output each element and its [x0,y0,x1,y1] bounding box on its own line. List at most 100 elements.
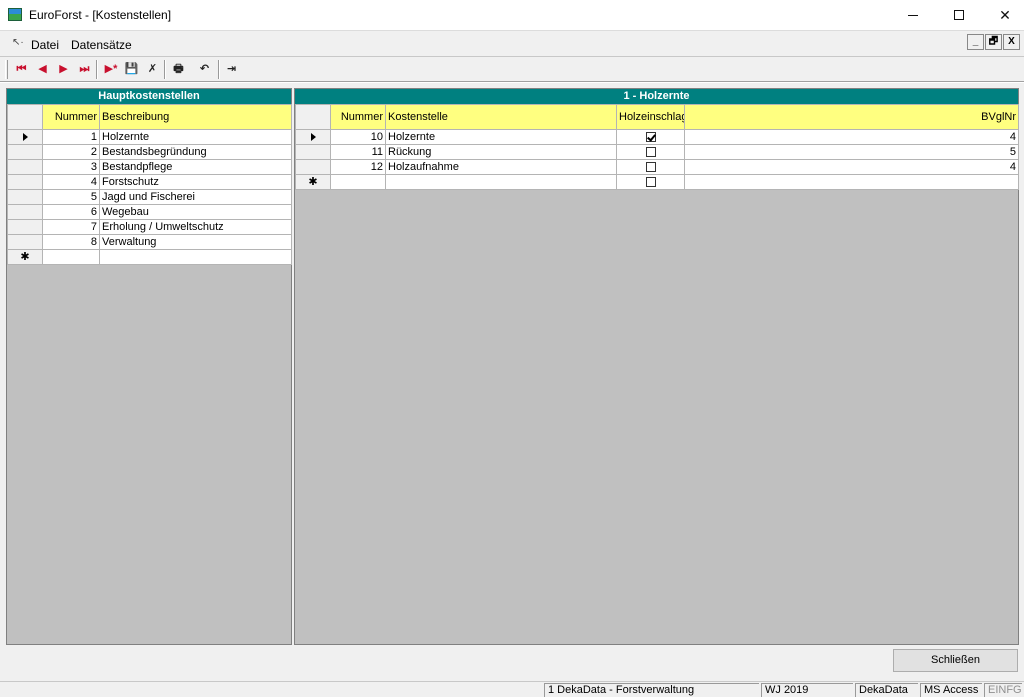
holzeinschlag-checkbox[interactable] [645,161,656,172]
new-record-row[interactable]: ✱ [295,174,1019,190]
row-selector[interactable] [7,144,43,160]
cell-beschreibung[interactable]: Bestandpflege [99,159,292,175]
table-row[interactable]: 6 Wegebau [7,204,292,220]
cell-bvglnr[interactable]: 4 [684,159,1019,175]
delete-button[interactable]: ✗ [143,60,162,79]
cell-beschreibung[interactable]: Wegebau [99,204,292,220]
cell-beschreibung[interactable]: Bestandsbegründung [99,144,292,160]
new-record-row[interactable]: ✱ [7,249,292,265]
row-selector[interactable] [7,159,43,175]
table-row[interactable]: 2 Bestandsbegründung [7,144,292,160]
row-selector[interactable] [7,189,43,205]
cell-bvglnr[interactable] [684,174,1019,190]
column-header-nummer[interactable]: Nummer [330,104,386,130]
cell-nummer[interactable]: 2 [42,144,100,160]
row-selector[interactable] [295,129,331,145]
cell-beschreibung[interactable]: Erholung / Umweltschutz [99,219,292,235]
status-insert-mode: EINFG [984,683,1022,697]
holzeinschlag-checkbox[interactable] [645,131,656,142]
row-selector[interactable] [295,159,331,175]
toolbar: ⏮ ◀ ▶ ⏭ ▶* 💾 ✗ 🖶 ↶ ⇥ [0,56,1024,82]
mdi-restore-button[interactable]: 🗗 [985,34,1002,50]
cell-beschreibung[interactable]: Verwaltung [99,234,292,250]
cell-nummer[interactable]: 8 [42,234,100,250]
cell-nummer[interactable] [42,249,100,265]
table-row[interactable]: 1 Holzernte [7,129,292,145]
table-row[interactable]: 11 Rückung 5 [295,144,1019,160]
undo-button[interactable]: ↶ [195,60,214,79]
close-window-button[interactable]: ✕ [982,0,1024,30]
cell-bvglnr[interactable]: 4 [684,129,1019,145]
cell-kostenstelle[interactable]: Holzernte [385,129,617,145]
column-header-bvglnr[interactable]: BVglNr [684,104,1019,130]
save-button[interactable]: 💾 [122,60,141,79]
cell-kostenstelle[interactable]: Holzaufnahme [385,159,617,175]
mdi-close-button[interactable]: X [1003,34,1020,50]
exit-button[interactable]: ⇥ [222,60,241,79]
cell-nummer[interactable]: 12 [330,159,386,175]
cost-centers-grid: Nummer Kostenstelle Holzeinschlag BVglNr… [295,104,1019,190]
row-selector[interactable] [295,144,331,160]
grid-corner[interactable] [7,104,43,130]
menu-datei[interactable]: Datei [31,38,59,52]
mdi-child-icon[interactable]: ↖· [12,37,24,48]
close-button[interactable]: Schließen [893,649,1018,672]
column-header-beschreibung[interactable]: Beschreibung [99,104,292,130]
table-row[interactable]: 5 Jagd und Fischerei [7,189,292,205]
cell-nummer[interactable]: 3 [42,159,100,175]
cell-kostenstelle[interactable]: Rückung [385,144,617,160]
print-button[interactable]: 🖶 [169,60,188,79]
cell-nummer[interactable]: 10 [330,129,386,145]
cell-bvglnr[interactable]: 5 [684,144,1019,160]
previous-record-button[interactable]: ◀ [33,60,52,79]
cell-nummer[interactable]: 4 [42,174,100,190]
cell-beschreibung[interactable] [99,249,292,265]
table-row[interactable]: 12 Holzaufnahme 4 [295,159,1019,175]
new-row-icon[interactable]: ✱ [7,249,43,265]
maximize-button[interactable] [936,0,982,30]
cell-nummer[interactable]: 5 [42,189,100,205]
cell-beschreibung[interactable]: Jagd und Fischerei [99,189,292,205]
menu-datensaetze[interactable]: Datensätze [71,38,132,52]
last-record-button[interactable]: ⏭ [75,60,94,79]
new-record-button[interactable]: ▶* [100,60,122,79]
mdi-minimize-button[interactable]: _ [967,34,984,50]
table-row[interactable]: 7 Erholung / Umweltschutz [7,219,292,235]
cell-nummer[interactable]: 1 [42,129,100,145]
row-selector[interactable] [7,204,43,220]
holzeinschlag-checkbox[interactable] [645,146,656,157]
window-title: EuroForst - [Kostenstellen] [29,8,172,22]
holzeinschlag-checkbox[interactable] [645,176,656,187]
row-selector[interactable] [7,234,43,250]
row-selector[interactable] [7,129,43,145]
cell-kostenstelle[interactable] [385,174,617,190]
grid-corner[interactable] [295,104,331,130]
column-header-kostenstelle[interactable]: Kostenstelle [385,104,617,130]
current-row-icon [310,132,316,141]
cell-nummer[interactable]: 6 [42,204,100,220]
main-cost-centers-grid: Nummer Beschreibung 1 Holzernte 2 Bestan… [7,104,292,265]
table-row[interactable]: 3 Bestandpflege [7,159,292,175]
column-header-nummer[interactable]: Nummer [42,104,100,130]
row-selector[interactable] [7,174,43,190]
toolbar-separator [218,60,220,79]
cell-nummer[interactable]: 7 [42,219,100,235]
next-record-button[interactable]: ▶ [54,60,73,79]
toolbar-grip[interactable] [5,60,8,79]
cell-nummer[interactable]: 11 [330,144,386,160]
table-row[interactable]: 10 Holzernte 4 [295,129,1019,145]
minimize-button[interactable] [890,0,936,30]
cell-holzeinschlag[interactable] [616,174,685,190]
column-header-holzeinschlag[interactable]: Holzeinschlag [616,104,685,130]
table-row[interactable]: 4 Forstschutz [7,174,292,190]
cell-beschreibung[interactable]: Holzernte [99,129,292,145]
cell-holzeinschlag[interactable] [616,159,685,175]
cell-nummer[interactable] [330,174,386,190]
row-selector[interactable] [7,219,43,235]
new-row-icon[interactable]: ✱ [295,174,331,190]
table-row[interactable]: 8 Verwaltung [7,234,292,250]
cell-holzeinschlag[interactable] [616,129,685,145]
cell-beschreibung[interactable]: Forstschutz [99,174,292,190]
first-record-button[interactable]: ⏮ [12,60,31,79]
cell-holzeinschlag[interactable] [616,144,685,160]
